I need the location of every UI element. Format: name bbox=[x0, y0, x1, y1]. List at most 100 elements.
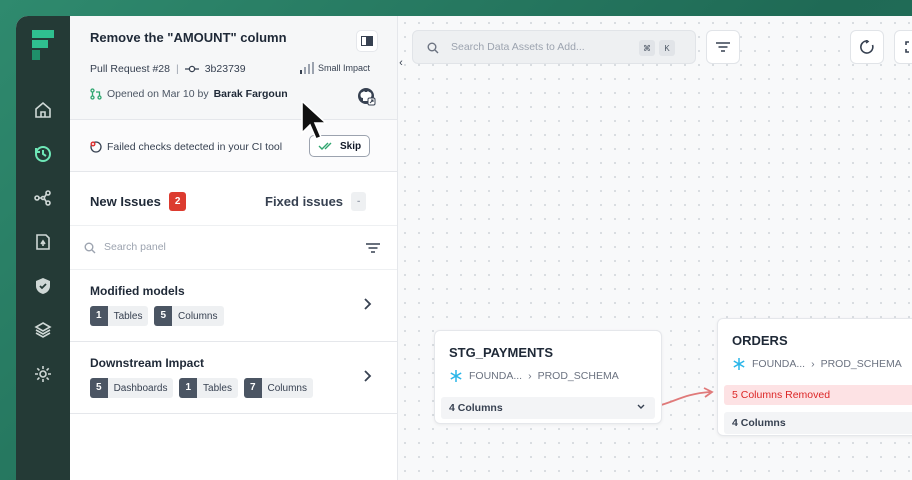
shortcut-key-k: K bbox=[659, 40, 675, 56]
chip-count: 5 bbox=[90, 378, 108, 398]
downstream-impact-group[interactable]: Downstream Impact 5 Dashboards 1 Tables 7C… bbox=[70, 342, 397, 414]
refresh-icon bbox=[860, 40, 874, 54]
impact-indicator: Small Impact bbox=[300, 62, 370, 74]
chevron-down-icon bbox=[637, 404, 645, 409]
columns-count: 4 Columns bbox=[732, 417, 786, 429]
ci-checks-text: Failed checks detected in your CI tool bbox=[107, 141, 283, 153]
panel-layout-button[interactable] bbox=[356, 30, 378, 52]
settings-gear-icon[interactable] bbox=[16, 352, 70, 396]
tab-fixed-issues[interactable]: Fixed issues - bbox=[265, 192, 367, 211]
node-stg-payments[interactable]: STG_PAYMENTS FOUNDA... › PROD_SCHEMA 4 C… bbox=[434, 330, 662, 424]
pr-header: Remove the "AMOUNT" column Pull Request … bbox=[70, 16, 397, 120]
chip-count: 1 bbox=[90, 306, 108, 326]
chip-label: Columns bbox=[267, 382, 307, 394]
chip-tables: 1 Tables bbox=[90, 306, 149, 326]
pr-number[interactable]: Pull Request #28 bbox=[90, 63, 170, 75]
nav-rail bbox=[16, 16, 70, 480]
search-icon bbox=[427, 42, 439, 54]
issues-tabs: New Issues 2 Fixed issues - bbox=[70, 172, 397, 226]
tab-new-issues[interactable]: New Issues 2 bbox=[90, 192, 187, 211]
path-separator-icon: › bbox=[528, 370, 532, 382]
refresh-button[interactable] bbox=[850, 30, 884, 64]
chip-dashboards: 5 Dashboards bbox=[90, 378, 174, 398]
home-icon[interactable] bbox=[16, 88, 70, 132]
chip-columns: 5 Columns bbox=[154, 306, 224, 326]
author-name: Barak Fargoun bbox=[213, 88, 288, 100]
panel-search[interactable]: Search panel bbox=[70, 226, 397, 270]
impact-bars-icon bbox=[300, 62, 314, 74]
canvas-filter-button[interactable] bbox=[706, 30, 740, 64]
new-issues-count: 2 bbox=[168, 192, 187, 211]
chips: 1 Tables 5 Columns bbox=[90, 306, 224, 326]
columns-removed-text: 5 Columns Removed bbox=[732, 389, 831, 401]
search-icon bbox=[84, 242, 96, 254]
asset-search[interactable]: Search Data Assets to Add... ⌘ K bbox=[412, 30, 696, 64]
columns-dropdown[interactable]: 4 Columns bbox=[441, 397, 655, 419]
pr-title: Remove the "AMOUNT" column bbox=[90, 30, 287, 45]
shield-icon[interactable] bbox=[16, 264, 70, 308]
layers-icon[interactable] bbox=[16, 308, 70, 352]
pr-meta: Pull Request #28 | 3b23739 bbox=[90, 63, 246, 75]
node-db: FOUNDA... bbox=[469, 370, 523, 382]
app-logo-icon bbox=[32, 30, 54, 60]
skip-label: Skip bbox=[340, 140, 362, 152]
chip-count: 5 bbox=[154, 306, 173, 326]
chip-count: 7 bbox=[243, 378, 262, 398]
chip-columns: 7 Columns bbox=[243, 378, 313, 398]
columns-count: 4 Columns bbox=[449, 402, 503, 414]
opened-text: Opened on Mar 10 by bbox=[107, 88, 209, 100]
snowflake-icon bbox=[450, 370, 462, 382]
fixed-issues-label: Fixed issues bbox=[265, 194, 344, 209]
fullscreen-button[interactable] bbox=[894, 30, 912, 64]
meta-divider: | bbox=[175, 63, 179, 75]
group-title: Modified models bbox=[90, 284, 185, 298]
lineage-icon[interactable] bbox=[16, 176, 70, 220]
filter-icon bbox=[716, 42, 730, 52]
node-path: FOUNDA... › PROD_SCHEMA bbox=[449, 369, 619, 383]
ai-document-icon[interactable] bbox=[16, 220, 70, 264]
chip-label: Tables bbox=[203, 382, 232, 394]
node-title: STG_PAYMENTS bbox=[449, 345, 554, 360]
ci-checks-bar: Failed checks detected in your CI tool S… bbox=[70, 120, 397, 172]
node-title: ORDERS bbox=[732, 333, 788, 348]
commit-hash[interactable]: 3b23739 bbox=[205, 63, 246, 75]
chip-label: Tables bbox=[113, 310, 143, 322]
github-icon[interactable] bbox=[356, 86, 376, 106]
new-issues-label: New Issues bbox=[90, 194, 161, 209]
pr-opened: Opened on Mar 10 by Barak Fargoun bbox=[90, 88, 288, 100]
chip-label: Columns bbox=[178, 310, 218, 322]
chips: 5 Dashboards 1 Tables 7 Columns bbox=[90, 378, 313, 398]
asset-search-input[interactable]: Search Data Assets to Add... bbox=[451, 41, 585, 53]
chip-tables: 1 Tables bbox=[179, 378, 238, 398]
snowflake-icon bbox=[733, 358, 745, 370]
filter-icon[interactable] bbox=[366, 242, 380, 254]
app-window: Remove the "AMOUNT" column Pull Request … bbox=[16, 16, 912, 480]
fixed-issues-count: - bbox=[351, 192, 367, 211]
columns-removed-alert[interactable]: 5 Columns Removed bbox=[724, 385, 912, 405]
node-schema: PROD_SCHEMA bbox=[537, 370, 619, 382]
chevron-right-icon[interactable] bbox=[362, 370, 372, 382]
chip-count: 1 bbox=[179, 378, 198, 398]
columns-dropdown[interactable]: 4 Columns bbox=[724, 412, 912, 434]
node-db: FOUNDA... bbox=[752, 358, 806, 370]
failed-check-icon bbox=[90, 141, 102, 153]
modified-models-group[interactable]: Modified models 1 Tables 5 Columns bbox=[70, 270, 397, 342]
group-title: Downstream Impact bbox=[90, 356, 205, 370]
panel-search-input[interactable]: Search panel bbox=[104, 241, 166, 253]
node-orders[interactable]: ORDERS FOUNDA... › PROD_SCHEMA 5 Columns… bbox=[717, 318, 912, 436]
commit-icon bbox=[184, 65, 199, 73]
expand-icon bbox=[905, 41, 909, 53]
history-icon[interactable] bbox=[16, 132, 70, 176]
mouse-cursor-icon bbox=[301, 100, 327, 141]
lineage-canvas[interactable]: Search Data Assets to Add... ⌘ K STG_PAY… bbox=[398, 16, 912, 480]
pull-request-icon bbox=[90, 88, 102, 100]
pr-panel: Remove the "AMOUNT" column Pull Request … bbox=[70, 16, 398, 480]
chevron-right-icon[interactable] bbox=[362, 298, 372, 310]
sidebar-layout-icon bbox=[361, 36, 373, 46]
collapse-panel-chevron-icon[interactable]: ‹ bbox=[395, 54, 407, 72]
shortcut-key-cmd: ⌘ bbox=[639, 40, 655, 56]
ci-checks-message: Failed checks detected in your CI tool bbox=[90, 141, 282, 153]
node-schema: PROD_SCHEMA bbox=[820, 358, 902, 370]
path-separator-icon: › bbox=[811, 358, 815, 370]
chip-label: Dashboards bbox=[113, 382, 168, 394]
